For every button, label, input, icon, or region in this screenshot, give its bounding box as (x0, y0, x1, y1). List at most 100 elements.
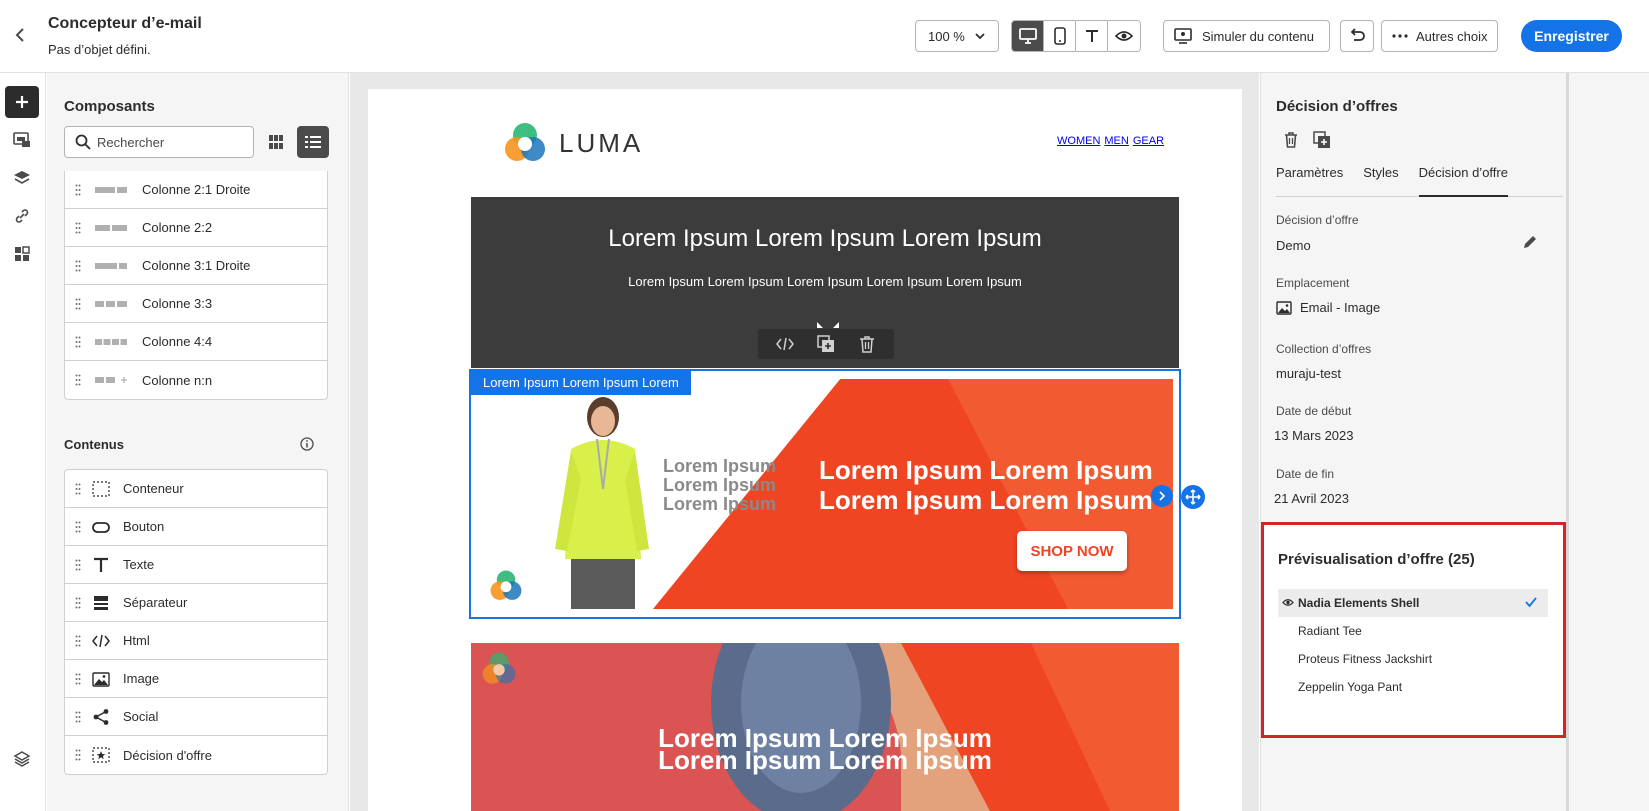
components-panel: Composants Rechercher Colonne 2:1 Droite… (47, 73, 349, 811)
undo-button[interactable] (1340, 20, 1374, 52)
duplicate-button[interactable] (811, 332, 841, 356)
duplicate-offer-button[interactable] (1310, 128, 1334, 152)
zoom-select[interactable]: 100 % (915, 20, 999, 52)
content-item[interactable]: Décision d'offre (65, 736, 327, 774)
fragments-icon (13, 132, 30, 147)
components-rail-button[interactable] (5, 86, 39, 118)
column-3-3-icon (95, 300, 127, 307)
content-item[interactable]: Conteneur (65, 470, 327, 508)
structure-item[interactable]: Colonne n:n (65, 361, 327, 399)
drag-handle-icon[interactable] (75, 559, 81, 571)
structure-item[interactable]: Colonne 2:1 Droite (65, 171, 327, 209)
trash-icon (1285, 132, 1297, 148)
chevron-down-icon (975, 33, 985, 40)
nav-link-gear[interactable]: GEAR (1133, 135, 1164, 147)
structure-item[interactable]: Colonne 3:3 (65, 285, 327, 323)
nav-link-men[interactable]: MEN (1104, 135, 1128, 147)
container-icon (92, 480, 110, 497)
content-item[interactable]: Bouton (65, 508, 327, 546)
luma-logo-icon (505, 123, 545, 161)
text-view-button[interactable] (1076, 21, 1108, 51)
more-options-button[interactable]: Autres choix (1381, 20, 1498, 52)
drag-handle-icon[interactable] (75, 673, 81, 685)
code-button[interactable] (770, 332, 800, 356)
content-item[interactable]: Html (65, 622, 327, 660)
offer-preview-item[interactable]: Zeppelin Yoga Pant (1278, 673, 1548, 701)
grid-view-icon (269, 135, 283, 149)
image-icon (1276, 300, 1292, 315)
contents-section-title: Contenus (64, 437, 124, 452)
move-icon (1185, 489, 1201, 505)
structure-item[interactable]: Colonne 2:2 (65, 209, 327, 247)
logo-text: LUMA (559, 127, 644, 158)
desktop-view-button[interactable] (1012, 21, 1044, 51)
drag-handle-icon[interactable] (75, 749, 81, 761)
offer-preview-item-label: Nadia Elements Shell (1298, 596, 1420, 610)
drag-handle-icon[interactable] (75, 597, 81, 609)
structure-item[interactable]: Colonne 4:4 (65, 323, 327, 361)
code-icon (92, 634, 110, 647)
collection-value: muraju-test (1276, 366, 1342, 381)
tab-styles[interactable]: Styles (1363, 165, 1398, 197)
back-button[interactable] (10, 25, 30, 45)
offer-preview-item[interactable]: Proteus Fitness Jackshirt (1278, 645, 1548, 673)
page-scrollbar[interactable] (1566, 73, 1569, 811)
info-icon[interactable] (300, 437, 314, 451)
block-toolbar (758, 329, 894, 359)
structure-item[interactable]: Colonne 3:1 Droite (65, 247, 327, 285)
duplicate-icon (1313, 131, 1330, 148)
offer-preview-item-selected[interactable]: Nadia Elements Shell (1278, 589, 1548, 617)
drag-handle-icon[interactable] (75, 521, 81, 533)
drag-handle-icon[interactable] (75, 635, 81, 647)
eye-icon (1282, 599, 1294, 606)
nav-link-women[interactable]: WOMEN (1057, 135, 1100, 147)
content-item[interactable]: Séparateur (65, 584, 327, 622)
offer-preview-title: Prévisualisation d’offre (25) (1278, 551, 1475, 568)
drag-handle-icon[interactable] (75, 711, 81, 723)
drag-handle-icon[interactable] (75, 260, 81, 272)
yoga-mat-image[interactable]: Lorem Ipsum Lorem Ipsum Lorem Ipsum Lore… (471, 643, 1179, 811)
drag-handle-icon[interactable] (75, 222, 81, 234)
bottom-layers-rail-button[interactable] (5, 743, 39, 775)
assets-rail-button[interactable] (5, 238, 39, 270)
delete-offer-button[interactable] (1279, 128, 1303, 152)
layers-rail-button[interactable] (5, 162, 39, 194)
list-view-toggle[interactable] (297, 126, 329, 158)
fragments-rail-button[interactable] (5, 124, 39, 156)
contents-list: Conteneur Bouton Texte Séparateur Html Image S… (64, 469, 328, 775)
structure-item-label: Colonne 3:1 Droite (142, 258, 251, 273)
offer-preview-item[interactable]: Radiant Tee (1278, 617, 1548, 645)
yoga-headline: Lorem Ipsum Lorem Ipsum Lorem Ipsum Lore… (471, 725, 1179, 773)
edit-decision-icon[interactable] (1521, 233, 1539, 251)
tab-offer-decision[interactable]: Décision d’offre (1418, 165, 1508, 197)
drag-handle-icon[interactable] (75, 336, 81, 348)
move-handle[interactable] (1181, 485, 1205, 509)
content-item-label: Conteneur (123, 481, 184, 496)
links-rail-button[interactable] (5, 200, 39, 232)
simulate-content-label: Simuler du contenu (1202, 28, 1315, 44)
search-input[interactable]: Rechercher (64, 126, 254, 158)
drag-handle-icon[interactable] (75, 184, 81, 196)
content-item-label: Html (123, 633, 150, 648)
preview-button[interactable] (1108, 21, 1140, 51)
save-button[interactable]: Enregistrer (1521, 20, 1622, 52)
next-offer-button[interactable] (1151, 485, 1173, 507)
mobile-view-button[interactable] (1044, 21, 1076, 51)
grid-view-toggle[interactable] (263, 129, 289, 155)
chevron-left-icon (15, 28, 24, 42)
simulate-content-button[interactable]: Simuler du contenu (1163, 20, 1330, 52)
content-item[interactable]: Social (65, 698, 327, 736)
content-item[interactable]: Texte (65, 546, 327, 584)
delete-block-button[interactable] (852, 332, 882, 356)
left-rail (0, 73, 46, 811)
content-item[interactable]: Image (65, 660, 327, 698)
end-date-value: 21 Avril 2023 (1274, 491, 1349, 506)
offer-decision-block[interactable] (469, 369, 1181, 619)
eye-icon (1115, 31, 1133, 41)
placement-label: Emplacement (1276, 276, 1350, 290)
tab-parametres[interactable]: Paramètres (1276, 165, 1343, 197)
drag-handle-icon[interactable] (75, 483, 81, 495)
drag-handle-icon[interactable] (75, 298, 81, 310)
image-icon (92, 671, 110, 687)
drag-handle-icon[interactable] (75, 374, 81, 386)
